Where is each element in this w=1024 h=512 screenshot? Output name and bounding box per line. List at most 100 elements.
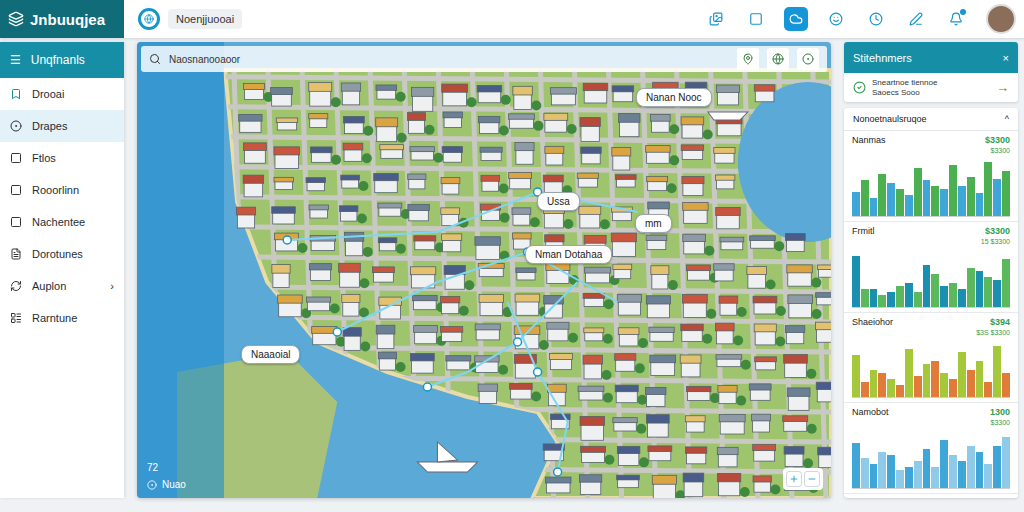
sidebar-item[interactable]: Rooorlinn (0, 174, 124, 206)
map-toolbar: Naosnanooaoor (141, 46, 827, 72)
chart-name: Namobot (852, 407, 889, 417)
chevron: › (110, 280, 114, 292)
sidebar-item[interactable]: Rarntune (0, 302, 124, 334)
chart-bar (958, 352, 966, 397)
chart-bar (878, 174, 886, 216)
chart-bar (1002, 171, 1010, 216)
chart-bar (861, 180, 869, 216)
status-card: Stitehnmers×Sneartnoe tiennoeSaoecs Sooo… (844, 42, 1018, 102)
map-callout[interactable]: Nman Dotahaa (525, 245, 612, 264)
toolbar-button[interactable] (864, 7, 888, 31)
sidebar-item-label: Rarntune (32, 312, 114, 324)
chart-bar (931, 274, 939, 307)
chart-bar (976, 271, 984, 307)
toolbar-button[interactable] (784, 7, 808, 31)
chart-bar (949, 283, 957, 307)
city-map-drawing (137, 42, 831, 498)
chart-bar (949, 165, 957, 216)
menu-icon: ☰ (10, 53, 21, 67)
chart-bar (976, 361, 984, 397)
toolbar-button[interactable] (824, 7, 848, 31)
chart-bar (878, 373, 886, 397)
sidebar-item[interactable]: Dorotunes (0, 238, 124, 270)
chart-bar (852, 192, 860, 216)
toolbar-button[interactable] (904, 7, 928, 31)
search-field[interactable]: Noenjjuooai (168, 9, 242, 29)
map[interactable]: Naosnanooaoor Nanan Nooc Ussa mm Nman Dotaha… (137, 42, 831, 498)
sidebar-item[interactable]: Drapes (0, 110, 124, 142)
chart-bar (923, 449, 931, 488)
toolbar-icon (709, 12, 723, 26)
chart-bar (967, 370, 975, 397)
logo[interactable]: Jnbuuqjea (0, 0, 124, 38)
sidebar-item-icon (10, 184, 22, 196)
chart-bar (984, 162, 992, 216)
pin-icon (742, 53, 754, 65)
logo-icon (8, 11, 24, 27)
map-tool-button[interactable] (767, 48, 789, 70)
sidebar-header[interactable]: ☰Unqfnanls (0, 42, 124, 78)
toolbar-button[interactable] (744, 7, 768, 31)
chart-block: Nanmas$3300$3300 (844, 131, 1018, 222)
map-callout[interactable]: mm (635, 214, 672, 233)
chart-name: Nanmas (852, 135, 886, 145)
zoom-out-button[interactable] (804, 471, 820, 487)
chart-bar (967, 268, 975, 307)
collapse-button[interactable]: ^ (1005, 114, 1009, 124)
plus-icon (789, 474, 799, 484)
notice-line: Saoecs Sooo (872, 88, 990, 97)
chart-value: $394 (990, 317, 1010, 327)
map-side-overlay (137, 42, 224, 498)
chart-bar (984, 464, 992, 488)
arrow-button[interactable]: → (996, 80, 1009, 95)
chart-subvalue: 15 $3300 (852, 238, 1010, 245)
user-avatar[interactable] (986, 4, 1016, 34)
chart-bar (878, 295, 886, 307)
sidebar-item-icon (10, 216, 22, 228)
logo-text: Jnbuuqjea (30, 11, 105, 28)
map-callout[interactable]: Ussa (537, 192, 580, 211)
chart-bar (967, 177, 975, 216)
chart-bar (967, 446, 975, 488)
toolbar-icon (869, 12, 883, 26)
sidebar-item[interactable]: Auplon› (0, 270, 124, 302)
panel-header: Stitehnmers× (844, 42, 1018, 73)
chart-bar (923, 265, 931, 307)
chart-bar (993, 280, 1001, 307)
chart-bar (914, 168, 922, 216)
zoom-in-button[interactable] (786, 471, 802, 487)
chart-bar (949, 379, 957, 397)
close-button[interactable]: × (1003, 52, 1009, 64)
map-tool-button[interactable] (737, 48, 759, 70)
sidebar-item-label: Ftlos (32, 152, 114, 164)
chart-value: $3300 (985, 226, 1010, 236)
sidebar-item-label: Dorotunes (32, 248, 114, 260)
search-value: Noenjjuooai (176, 13, 234, 25)
chart-bar (896, 470, 904, 488)
chart-name: Shaeiohor (852, 317, 893, 327)
chart-bar (940, 286, 948, 307)
chart-bar (896, 286, 904, 307)
sidebar-item-icon (10, 120, 22, 132)
chart-block: Shaeiohor$394$3S $3300 (844, 313, 1018, 404)
toolbar-button[interactable] (944, 7, 968, 31)
sidebar-item[interactable]: Nachentee (0, 206, 124, 238)
sidebar-item[interactable]: Drooai (0, 78, 124, 110)
chart-bar (976, 193, 984, 216)
map-callout[interactable]: Nanan Nooc (636, 88, 712, 107)
chart-bar (923, 180, 931, 216)
map-callout[interactable]: Naaaoial (241, 345, 300, 364)
chart-bar (852, 256, 860, 307)
chart-bar (852, 443, 860, 488)
map-tool-button[interactable] (797, 48, 819, 70)
sidebar-item-label: Drooai (32, 88, 114, 100)
toolbar-button[interactable] (704, 7, 728, 31)
chart-bar (1002, 259, 1010, 307)
top-bar: Jnbuuqjea Noenjjuooai (0, 0, 1024, 38)
bar-chart (852, 156, 1010, 217)
sidebar-item[interactable]: Ftlos (0, 142, 124, 174)
chart-bar (914, 461, 922, 488)
notice-row[interactable]: Sneartnoe tiennoeSaoecs Sooo→ (844, 73, 1018, 102)
chart-bar (914, 376, 922, 397)
chart-bar (905, 195, 913, 216)
